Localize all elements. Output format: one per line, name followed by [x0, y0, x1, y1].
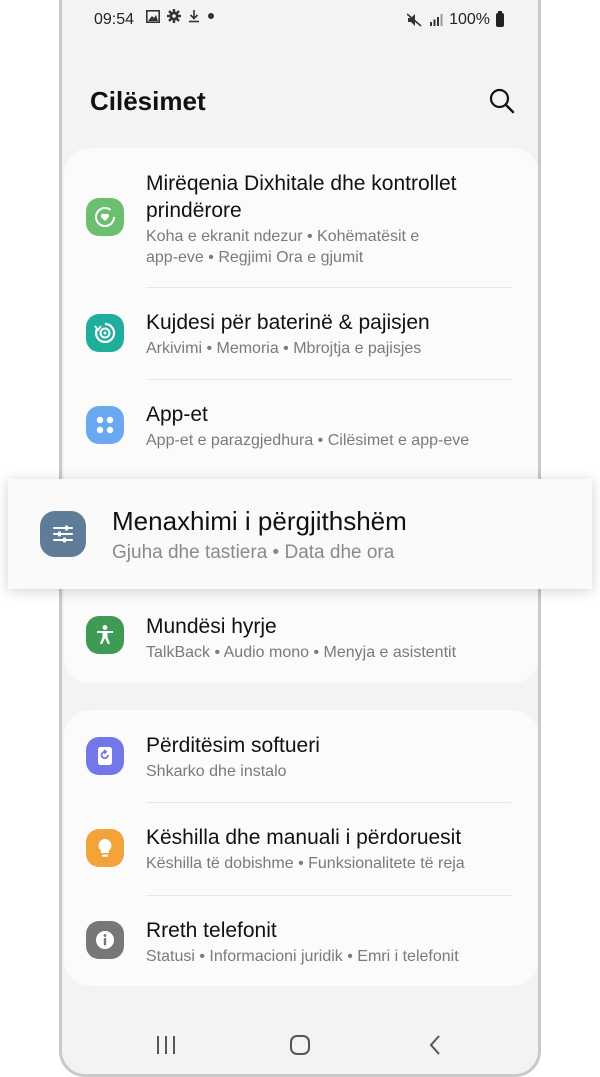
download-icon	[189, 10, 199, 23]
item-subtitle: Gjuha dhe tastiera • Data dhe ora	[112, 542, 395, 563]
item-title-line1: Mirëqenia Dixhitale dhe kontrollet	[146, 172, 457, 195]
search-icon[interactable]	[487, 86, 517, 116]
item-title: Përditësim softueri	[146, 734, 320, 757]
gear-icon	[167, 9, 181, 23]
item-subtitle: Shkarko dhe instalo	[146, 763, 287, 780]
item-title: App-et	[146, 403, 208, 426]
lightbulb-icon	[86, 829, 124, 867]
signal-icon	[430, 14, 443, 26]
accessibility-icon	[86, 616, 124, 654]
back-icon[interactable]	[424, 1033, 448, 1057]
dot-icon	[208, 13, 214, 19]
menu-item-accessibility[interactable]: Mundësi hyrje TalkBack • Audio mono • Me…	[64, 592, 538, 683]
device-care-icon	[86, 314, 124, 352]
status-left-icons	[146, 9, 215, 23]
item-subtitle: Statusi • Informacioni juridik • Emri i …	[146, 948, 459, 965]
menu-item-apps[interactable]: App-et App-et e parazgjedhura • Cilësime…	[64, 380, 538, 472]
item-title: Menaxhimi i përgjithshëm	[112, 506, 407, 536]
recents-icon[interactable]	[154, 1033, 178, 1057]
item-subtitle: TalkBack • Audio mono • Menyja e asisten…	[146, 644, 457, 661]
item-title: Këshilla dhe manuali i përdoruesit	[146, 826, 462, 849]
item-subtitle: Arkivimi • Memoria • Mbrojtja e pajisjes	[146, 340, 422, 357]
software-update-icon	[86, 737, 124, 775]
item-title-line2: prindërore	[146, 199, 242, 222]
status-time: 09:54	[94, 11, 135, 28]
item-subtitle: Këshilla të dobishme • Funksionalitete t…	[146, 855, 465, 872]
menu-item-general-management[interactable]: Menaxhimi i përgjithshëm Gjuha dhe tasti…	[8, 479, 592, 589]
home-icon[interactable]	[288, 1033, 312, 1057]
apps-icon	[86, 406, 124, 444]
item-title: Mundësi hyrje	[146, 615, 277, 638]
menu-item-tips-manual[interactable]: Këshilla dhe manuali i përdoruesit Këshi…	[64, 803, 538, 895]
menu-item-device-care[interactable]: Kujdesi për baterinë & pajisjen Arkivimi…	[64, 288, 538, 380]
battery-percent: 100%	[449, 11, 490, 28]
item-title: Kujdesi për baterinë & pajisjen	[146, 311, 430, 334]
sliders-icon	[40, 511, 86, 557]
page-title: Cilësimet	[90, 86, 206, 116]
item-title: Rreth telefonit	[146, 919, 277, 942]
item-subtitle-line1: Koha e ekranit ndezur • Kohëmatësit e	[146, 228, 420, 245]
navigation-bar	[62, 1020, 538, 1070]
settings-card-2: Përditësim softueri Shkarko dhe instalo …	[64, 710, 538, 986]
battery-icon	[496, 11, 504, 27]
menu-item-digital-wellbeing[interactable]: Mirëqenia Dixhitale dhe kontrollet prind…	[64, 148, 538, 288]
image-icon	[146, 9, 160, 23]
item-subtitle: App-et e parazgjedhura • Cilësimet e app…	[146, 432, 470, 449]
item-subtitle-line2: app-eve • Regjimi Ora e gjumit	[146, 249, 364, 266]
status-bar: 09:54 100%	[62, 0, 538, 40]
menu-item-software-update[interactable]: Përditësim softueri Shkarko dhe instalo	[64, 710, 538, 802]
status-right: 100%	[407, 11, 504, 29]
menu-item-about-phone[interactable]: Rreth telefonit Statusi • Informacioni j…	[64, 896, 538, 986]
info-icon	[86, 921, 124, 959]
mute-icon	[407, 13, 422, 27]
digital-wellbeing-icon	[86, 198, 124, 236]
settings-card-1: Mirëqenia Dixhitale dhe kontrollet prind…	[64, 148, 538, 683]
